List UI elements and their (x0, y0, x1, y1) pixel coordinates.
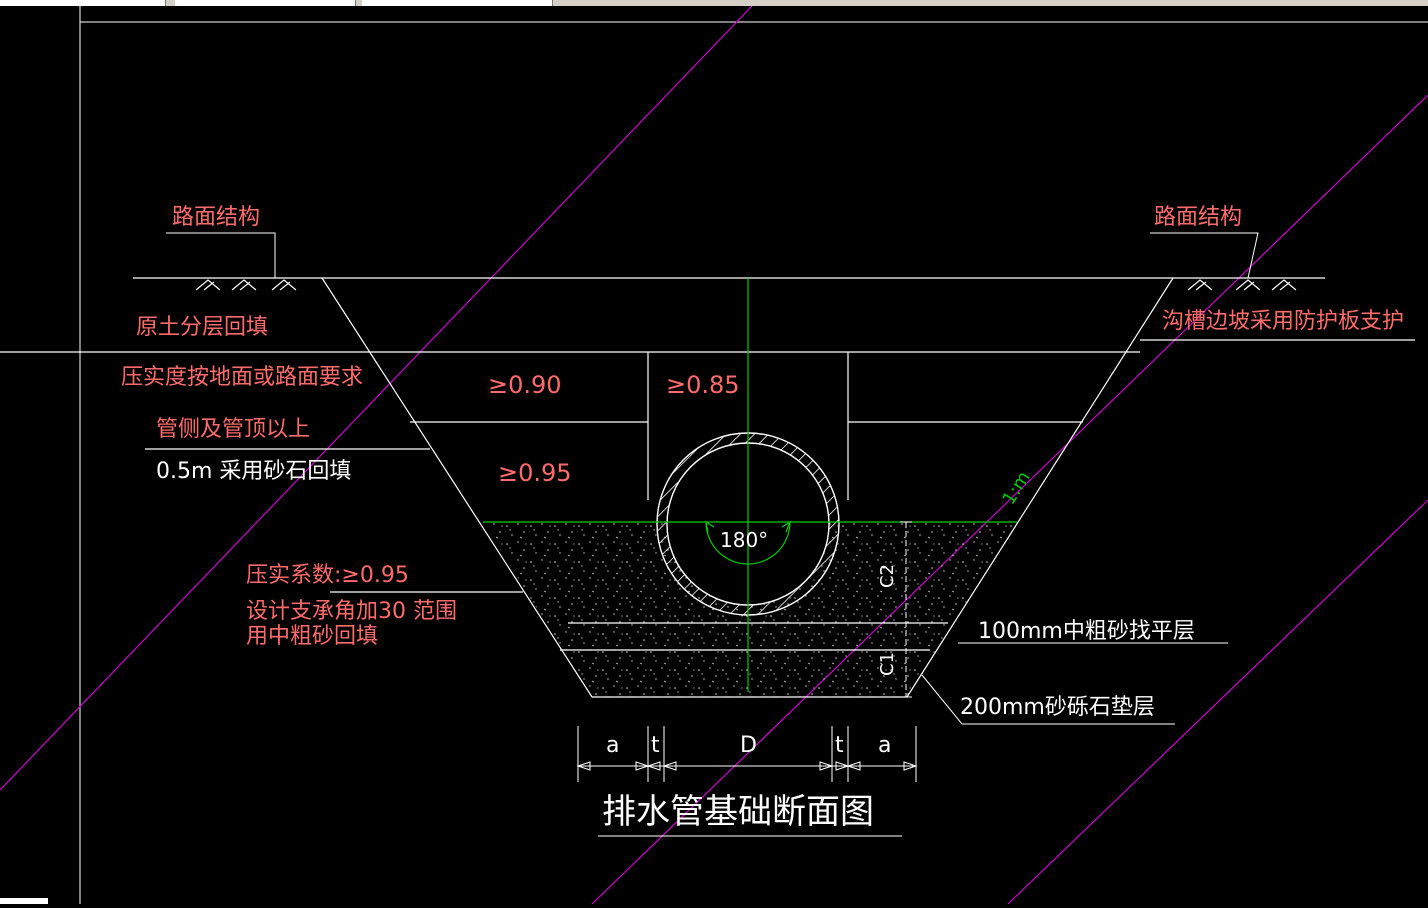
dimension-a-right: a (878, 733, 891, 758)
pipe-side-label: 管侧及管顶以上 (156, 417, 310, 442)
compaction-095-value: ≥0.95 (498, 459, 572, 487)
dimension-a-left: a (606, 733, 619, 758)
compaction-085-value: ≥0.85 (666, 371, 740, 399)
c1-label: C1 (877, 652, 898, 676)
support-angle-label: 180° (720, 528, 768, 552)
backfill-label: 原土分层回填 (136, 315, 268, 340)
cad-drawing-canvas[interactable]: 路面结构 路面结构 原土分层回填 压实度按地面或路面要求 管侧及管顶以上 沟槽边… (0, 6, 1428, 904)
dimension-t-right: t (835, 733, 844, 758)
slope-ratio-label: 1:m (998, 468, 1034, 509)
road-structure-left-label: 路面结构 (172, 205, 260, 230)
sand-fill-label: 0.5m 采用砂石回填 (156, 459, 351, 484)
cushion-layer-label: 200mm砂砾石垫层 (960, 695, 1155, 720)
coarse-sand-label: 用中粗砂回填 (246, 624, 378, 649)
design-angle-label: 设计支承角加30 范围 (246, 599, 457, 624)
drainage-section-drawing: 路面结构 路面结构 原土分层回填 压实度按地面或路面要求 管侧及管顶以上 沟槽边… (0, 6, 1428, 904)
c2-label: C2 (877, 564, 898, 588)
dimension-d: D (740, 733, 757, 758)
slope-support-label: 沟槽边坡采用防护板支护 (1162, 309, 1404, 334)
compaction-coef-label: 压实系数:≥0.95 (246, 563, 409, 588)
dimension-t-left: t (651, 733, 660, 758)
bottom-left-status-patch (0, 898, 48, 904)
drawing-title: 排水管基础断面图 (602, 792, 874, 832)
compaction-label: 压实度按地面或路面要求 (121, 365, 363, 390)
ground-symbols (195, 279, 1297, 291)
compaction-090-value: ≥0.90 (488, 371, 562, 399)
road-structure-right-label: 路面结构 (1154, 205, 1242, 230)
leveling-layer-label: 100mm中粗砂找平层 (978, 619, 1195, 644)
